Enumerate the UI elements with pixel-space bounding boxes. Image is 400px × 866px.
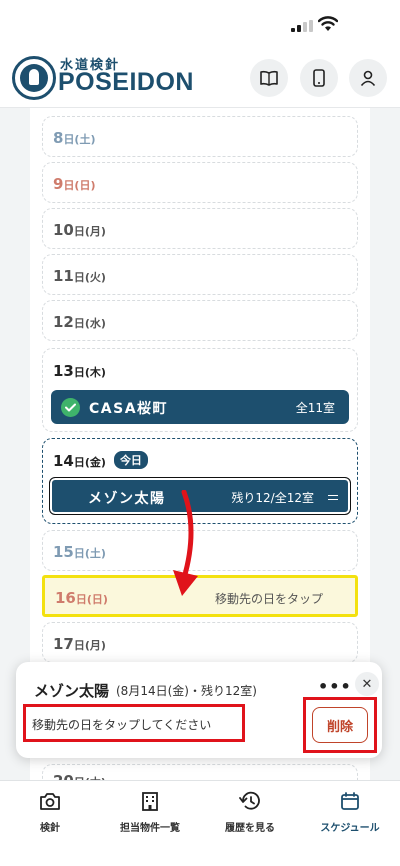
day-weekday: 日(金)	[73, 456, 106, 469]
account-button[interactable]	[349, 59, 387, 97]
day-number: 17	[53, 635, 74, 653]
tab-properties[interactable]: 担当物件一覧	[100, 791, 200, 834]
day-weekday: 日(水)	[73, 317, 106, 330]
day-cell-10[interactable]: 10日(月)	[42, 208, 358, 249]
day-number: 12	[53, 313, 74, 331]
day-cell-11[interactable]: 11日(火)	[42, 254, 358, 295]
status-bar	[0, 0, 400, 48]
room-count: 全11室	[295, 401, 335, 415]
day-number: 16	[55, 589, 76, 607]
more-options-icon[interactable]: •••	[318, 677, 352, 696]
day-cell-12[interactable]: 12日(水)	[42, 300, 358, 341]
day-weekday: 日(月)	[73, 225, 106, 238]
check-icon	[61, 398, 80, 417]
day-cell-13[interactable]: 13日(木) CASA桜町 全11室	[42, 348, 358, 432]
today-badge: 今日	[113, 451, 148, 469]
drop-hint: 移動先の日をタップ	[215, 592, 324, 606]
day-weekday: 日(日)	[63, 179, 96, 192]
day-weekday: 日(土)	[73, 547, 106, 560]
calendar-icon	[341, 792, 359, 810]
property-name: メゾン太陽	[88, 491, 166, 507]
camera-icon	[40, 793, 60, 810]
move-arrow-icon	[173, 490, 198, 596]
day-number: 9	[53, 175, 64, 193]
history-icon	[239, 791, 260, 810]
day-weekday: 日(月)	[73, 639, 106, 652]
close-icon: ✕	[361, 676, 373, 692]
day-number: 8	[53, 129, 64, 147]
instruction-box: 移動先の日をタップしてください	[23, 704, 245, 742]
tab-label: 担当物件一覧	[120, 823, 180, 834]
manual-button[interactable]	[250, 59, 288, 97]
schedule-item-casa[interactable]: CASA桜町 全11室	[51, 390, 349, 424]
signal-icon	[291, 20, 313, 32]
property-name: CASA桜町	[89, 401, 169, 417]
day-cell-8[interactable]: 8日(土)	[42, 116, 358, 157]
tab-meter-reading[interactable]: 検針	[0, 791, 100, 834]
day-number: 10	[53, 221, 74, 239]
instruction-text: 移動先の日をタップしてください	[32, 718, 212, 732]
day-number: 11	[53, 267, 74, 285]
day-number: 13	[53, 362, 74, 380]
delete-highlight: 削除	[303, 697, 377, 753]
book-icon	[260, 70, 278, 86]
delete-button[interactable]: 削除	[312, 707, 368, 743]
day-weekday: 日(日)	[75, 593, 108, 606]
tab-history[interactable]: 履歴を見る	[200, 791, 300, 834]
drag-handle-icon[interactable]	[328, 495, 338, 500]
app-header: 水道検針 POSEIDON	[0, 48, 400, 108]
sheet-title: メゾン太陽	[34, 682, 110, 700]
day-cell-17[interactable]: 17日(月)	[42, 622, 358, 663]
tab-schedule[interactable]: スケジュール	[300, 791, 400, 834]
bottom-tab-bar: 検針 担当物件一覧 履歴を見る スケジュール	[0, 780, 400, 866]
tab-label: 検針	[40, 823, 60, 834]
building-icon	[142, 792, 158, 811]
tab-label: 履歴を見る	[225, 823, 275, 834]
device-button[interactable]	[300, 59, 338, 97]
close-button[interactable]: ✕	[355, 672, 379, 696]
brand-name: POSEIDON	[58, 68, 194, 96]
day-number: 15	[53, 543, 74, 561]
day-weekday: 日(火)	[73, 271, 106, 284]
tab-label: スケジュール	[320, 823, 380, 834]
day-number: 14	[53, 452, 74, 470]
user-icon	[360, 70, 376, 86]
poseidon-logo	[12, 56, 56, 100]
phone-icon	[313, 69, 325, 87]
move-sheet: メゾン太陽 (8月14日(金)・残り12室) ••• ✕ 移動先の日をタップして…	[16, 662, 382, 758]
day-cell-9[interactable]: 9日(日)	[42, 162, 358, 203]
sheet-meta: (8月14日(金)・残り12室)	[116, 684, 257, 698]
wifi-icon	[318, 16, 338, 31]
day-weekday: 日(木)	[73, 366, 106, 379]
room-count: 残り12/全12室	[231, 491, 314, 505]
day-weekday: 日(土)	[63, 133, 96, 146]
